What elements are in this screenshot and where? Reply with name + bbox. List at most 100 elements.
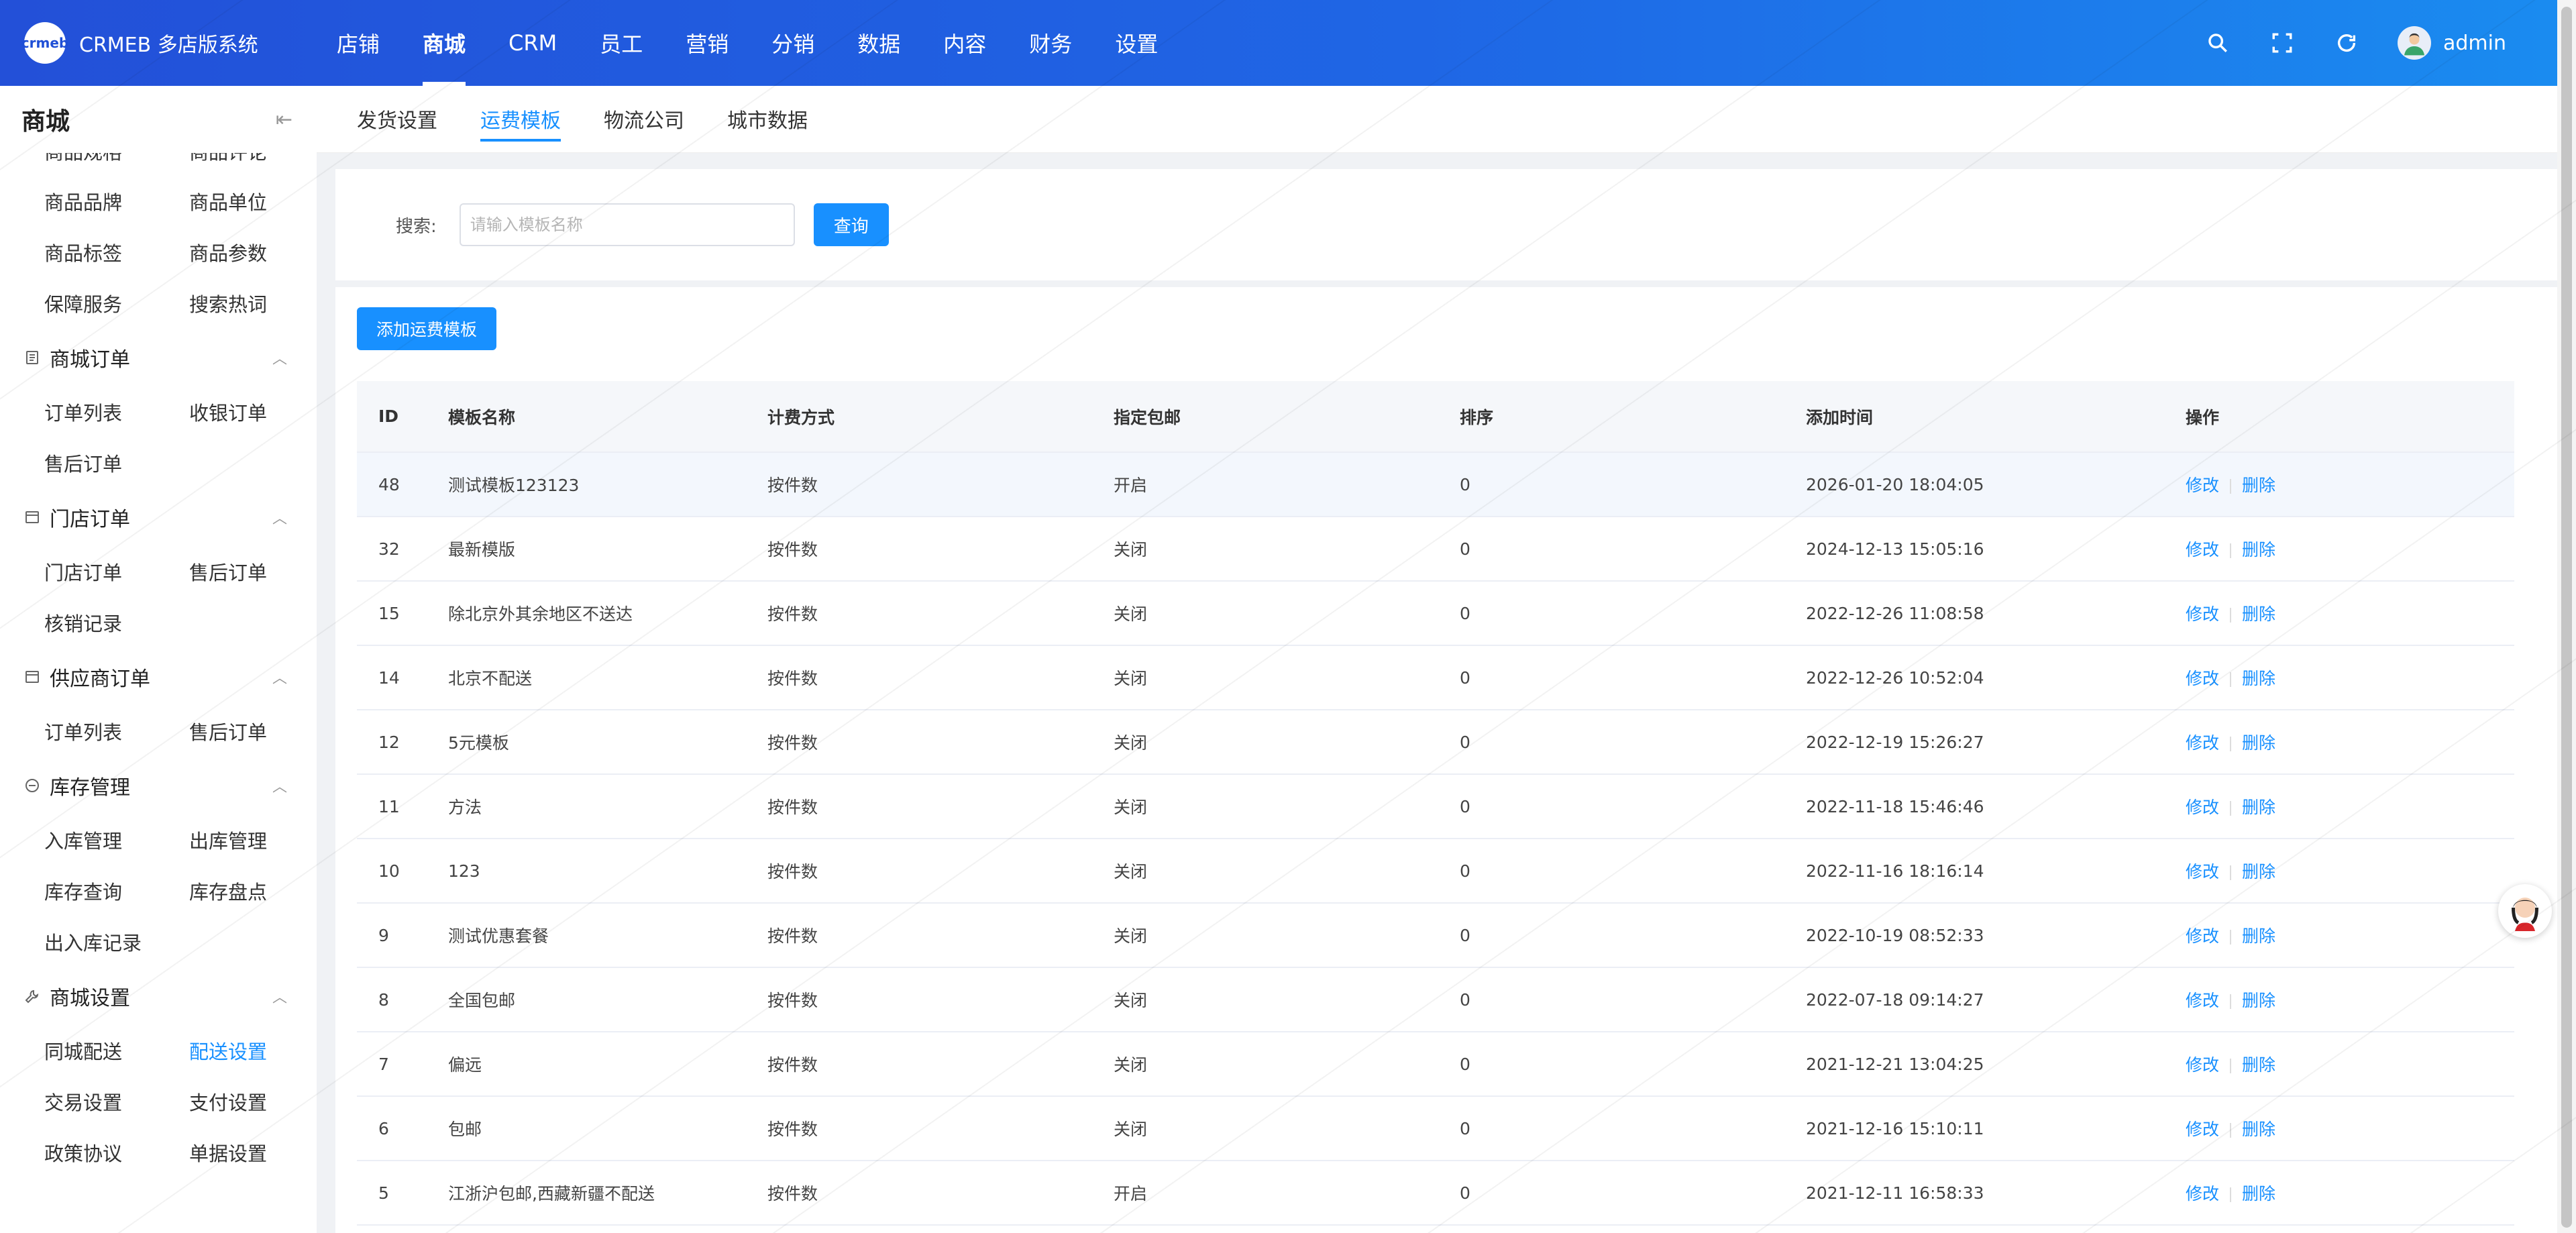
sidebar-item[interactable]: 商品评论 [189,153,317,164]
top-nav-item[interactable]: 设置 [1093,0,1179,86]
sidebar-item[interactable]: 同城配送 [44,1025,189,1076]
delete-link[interactable]: 删除 [2242,733,2275,753]
sidebar-item[interactable]: 支付设置 [189,1076,317,1127]
template-list-panel: 添加运费模板 ID 模板名称 计费方式 指定包邮 排序 添加时间 操作 48 测试… [335,287,2557,1233]
sidebar-item[interactable]: 售后订单 [44,437,189,488]
top-nav-item[interactable]: 内容 [922,0,1008,86]
column-header-billing: 计费方式 [761,381,1107,453]
delete-link[interactable]: 删除 [2242,540,2275,559]
sidebar-item[interactable]: 收银订单 [189,386,317,437]
tab-item[interactable]: 城市数据 [706,85,829,152]
delete-link[interactable]: 删除 [2242,926,2275,946]
sidebar-item[interactable]: 订单列表 [44,706,189,757]
sidebar-item[interactable]: 商品标签 [44,227,189,278]
cell-actions: 修改 删除 [2167,710,2514,775]
edit-link[interactable]: 修改 [2186,733,2219,753]
sidebar-item[interactable]: 交易设置 [44,1076,189,1127]
top-nav-item[interactable]: 员工 [578,0,664,86]
page-scrollbar[interactable] [2557,0,2576,1233]
top-nav-item[interactable]: 营销 [664,0,750,86]
tab-item[interactable]: 物流公司 [582,85,706,152]
delete-link[interactable]: 删除 [2242,476,2275,495]
sidebar-item[interactable]: 出库管理 [189,814,317,865]
cell-sort: 0 [1453,967,1799,1032]
sidebar-item[interactable]: 单据设置 [189,1127,317,1178]
top-nav-item[interactable]: 分销 [750,0,836,86]
sidebar-item[interactable]: 搜索热词 [189,278,317,329]
sidebar-item[interactable]: 商品参数 [189,227,317,278]
edit-link[interactable]: 修改 [2186,604,2219,624]
table-row: 8 全国包邮 按件数 关闭 0 2022-07-18 09:14:27 修改 删除 [357,967,2514,1032]
cell-billing-method: 按件数 [761,967,1107,1032]
sidebar-item[interactable]: 门店订单 [44,546,189,597]
sidebar-item[interactable]: 售后订单 [189,706,317,757]
query-button[interactable]: 查询 [813,203,889,246]
cell-sort: 0 [1453,710,1799,775]
sidebar-item[interactable]: 库存盘点 [189,865,317,916]
template-name-search-input[interactable] [459,203,795,246]
logo[interactable]: crmeb CRMEB 多店版系统 [0,22,315,64]
refresh-icon[interactable] [2333,30,2360,56]
edit-link[interactable]: 修改 [2186,1184,2219,1203]
edit-link[interactable]: 修改 [2186,926,2219,946]
cell-added-time: 2022-11-16 18:16:14 [1799,839,2167,904]
top-nav-item[interactable]: 店铺 [315,0,401,86]
collapse-sidebar-icon[interactable]: ⇤ [276,108,292,131]
sidebar-item[interactable]: 商品规格 [44,153,189,164]
delete-link[interactable]: 删除 [2242,798,2275,817]
cell-actions: 修改 删除 [2167,774,2514,839]
sidebar-item[interactable]: 商品品牌 [44,176,189,227]
chevron-up-icon: ︿ [272,989,287,1006]
edit-link[interactable]: 修改 [2186,1055,2219,1075]
tab-item[interactable]: 运费模板 [459,85,582,152]
edit-link[interactable]: 修改 [2186,540,2219,559]
delete-link[interactable]: 删除 [2242,862,2275,881]
fullscreen-icon[interactable] [2269,30,2296,56]
delete-link[interactable]: 删除 [2242,1120,2275,1139]
add-shipping-template-button[interactable]: 添加运费模板 [357,307,496,350]
sidebar-group-2[interactable]: 供应商订单 ︿ [0,648,317,706]
sidebar-group-1[interactable]: 门店订单 ︿ [0,488,317,546]
delete-link[interactable]: 删除 [2242,991,2275,1010]
cell-actions: 修改 删除 [2167,581,2514,646]
edit-link[interactable]: 修改 [2186,798,2219,817]
top-nav-item[interactable]: 商城 [401,0,487,86]
top-nav-item[interactable]: 财务 [1008,0,1093,86]
delete-link[interactable]: 删除 [2242,1184,2275,1203]
sidebar-item[interactable]: 商品单位 [189,176,317,227]
edit-link[interactable]: 修改 [2186,669,2219,688]
sidebar-item[interactable]: 核销记录 [44,597,189,648]
sidebar-item[interactable]: 入库管理 [44,814,189,865]
column-header-time: 添加时间 [1799,381,2167,453]
sidebar-item[interactable]: 保障服务 [44,278,189,329]
cell-billing-method: 按件数 [761,710,1107,775]
sidebar-group-4[interactable]: 商城设置 ︿ [0,967,317,1025]
cell-actions: 修改 删除 [2167,967,2514,1032]
sidebar-item[interactable]: 订单列表 [44,386,189,437]
edit-link[interactable]: 修改 [2186,862,2219,881]
delete-link[interactable]: 删除 [2242,669,2275,688]
delete-link[interactable]: 删除 [2242,1055,2275,1075]
top-nav-item[interactable]: CRM [487,0,578,86]
sidebar-item[interactable]: 出入库记录 [44,916,189,967]
sidebar-item[interactable]: 政策协议 [44,1127,189,1178]
sidebar-item[interactable]: 配送设置 [189,1025,317,1076]
user-menu[interactable]: admin [2398,26,2506,60]
delete-link[interactable]: 删除 [2242,604,2275,624]
system-title: CRMEB 多店版系统 [79,34,258,57]
customer-service-avatar-icon[interactable] [2498,884,2552,938]
sidebar-group-3[interactable]: 库存管理 ︿ [0,757,317,814]
cell-added-time: 2022-12-26 10:52:04 [1799,645,2167,710]
top-nav-item[interactable]: 数据 [836,0,922,86]
sidebar-item[interactable]: 售后订单 [189,546,317,597]
table-row: 15 除北京外其余地区不送达 按件数 关闭 0 2022-12-26 11:08:58 修改… [357,581,2514,646]
scrollbar-thumb[interactable] [2561,7,2572,1228]
edit-link[interactable]: 修改 [2186,476,2219,495]
edit-link[interactable]: 修改 [2186,1120,2219,1139]
search-icon[interactable] [2204,30,2231,56]
sidebar-item[interactable]: 库存查询 [44,865,189,916]
tab-item[interactable]: 发货设置 [335,85,459,152]
cell-actions: 修改 删除 [2167,645,2514,710]
edit-link[interactable]: 修改 [2186,991,2219,1010]
sidebar-group-0[interactable]: 商城订单 ︿ [0,329,317,386]
